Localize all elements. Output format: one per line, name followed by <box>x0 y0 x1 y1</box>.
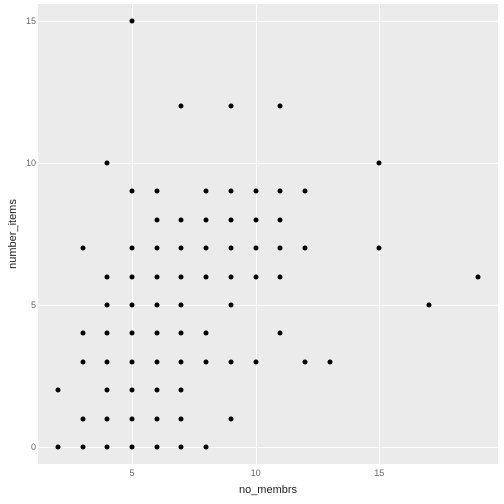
data-point <box>179 388 184 393</box>
data-point <box>80 444 85 449</box>
y-tick-label: 10 <box>6 158 36 168</box>
data-point <box>278 189 283 194</box>
data-point <box>154 444 159 449</box>
data-point <box>154 189 159 194</box>
data-point <box>129 416 134 421</box>
data-point <box>154 388 159 393</box>
y-axis-title: number_items <box>6 4 20 464</box>
data-point <box>377 161 382 166</box>
data-point <box>278 331 283 336</box>
data-point <box>228 246 233 251</box>
data-point <box>278 217 283 222</box>
data-point <box>179 274 184 279</box>
plot-panel <box>38 4 498 464</box>
gridline-v <box>132 4 133 464</box>
data-point <box>303 189 308 194</box>
data-point <box>129 388 134 393</box>
data-point <box>154 359 159 364</box>
data-point <box>129 246 134 251</box>
data-point <box>327 359 332 364</box>
data-point <box>179 246 184 251</box>
data-point <box>129 19 134 24</box>
gridline-h <box>38 21 498 22</box>
data-point <box>80 359 85 364</box>
data-point <box>154 302 159 307</box>
data-point <box>80 331 85 336</box>
data-point <box>129 189 134 194</box>
x-tick-label: 10 <box>251 468 261 478</box>
data-point <box>179 217 184 222</box>
data-point <box>253 359 258 364</box>
data-point <box>55 444 60 449</box>
data-point <box>179 359 184 364</box>
gridline-v <box>379 4 380 464</box>
data-point <box>253 274 258 279</box>
data-point <box>154 331 159 336</box>
data-point <box>426 302 431 307</box>
data-point <box>228 359 233 364</box>
data-point <box>105 359 110 364</box>
data-point <box>179 444 184 449</box>
data-point <box>204 444 209 449</box>
data-point <box>55 388 60 393</box>
data-point <box>204 189 209 194</box>
data-point <box>179 302 184 307</box>
data-point <box>228 302 233 307</box>
x-tick-label: 5 <box>129 468 134 478</box>
data-point <box>179 331 184 336</box>
data-point <box>253 246 258 251</box>
data-point <box>228 416 233 421</box>
data-point <box>377 246 382 251</box>
gridline-v <box>256 4 257 464</box>
data-point <box>228 217 233 222</box>
data-point <box>278 274 283 279</box>
scatter-chart: no_membrs number_items 5 10 15 0 5 10 15 <box>0 0 504 504</box>
data-point <box>303 359 308 364</box>
data-point <box>105 416 110 421</box>
data-point <box>105 161 110 166</box>
data-point <box>228 189 233 194</box>
data-point <box>204 331 209 336</box>
data-point <box>179 104 184 109</box>
data-point <box>154 246 159 251</box>
data-point <box>154 274 159 279</box>
data-point <box>278 104 283 109</box>
data-point <box>105 388 110 393</box>
data-point <box>228 274 233 279</box>
data-point <box>179 416 184 421</box>
data-point <box>129 359 134 364</box>
y-tick-label: 5 <box>6 300 36 310</box>
data-point <box>204 359 209 364</box>
data-point <box>154 217 159 222</box>
y-tick-label: 0 <box>6 442 36 452</box>
data-point <box>80 246 85 251</box>
data-point <box>476 274 481 279</box>
data-point <box>129 274 134 279</box>
data-point <box>80 416 85 421</box>
data-point <box>204 274 209 279</box>
x-axis-title: no_membrs <box>38 484 498 496</box>
data-point <box>278 246 283 251</box>
data-point <box>129 444 134 449</box>
data-point <box>129 302 134 307</box>
data-point <box>253 217 258 222</box>
y-tick-label: 15 <box>6 16 36 26</box>
data-point <box>303 246 308 251</box>
data-point <box>105 444 110 449</box>
data-point <box>253 189 258 194</box>
data-point <box>105 302 110 307</box>
x-tick-label: 15 <box>374 468 384 478</box>
data-point <box>204 246 209 251</box>
data-point <box>228 104 233 109</box>
data-point <box>105 331 110 336</box>
data-point <box>129 331 134 336</box>
data-point <box>154 416 159 421</box>
data-point <box>204 217 209 222</box>
data-point <box>105 274 110 279</box>
